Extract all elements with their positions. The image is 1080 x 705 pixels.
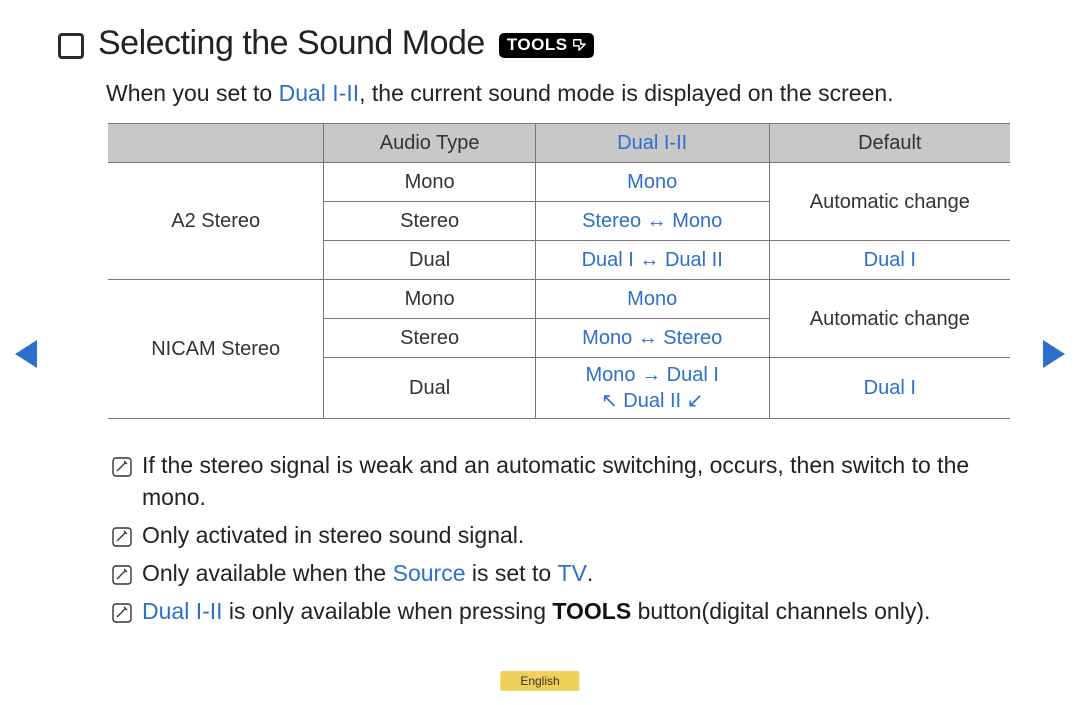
a2-dual-audio: Dual bbox=[324, 241, 535, 280]
note-1: If the stereo signal is weak and an auto… bbox=[112, 449, 1012, 513]
nicam-stereo-audio: Stereo bbox=[324, 319, 535, 358]
note-3: Only available when the Source is set to… bbox=[112, 557, 1012, 589]
th-default: Default bbox=[769, 124, 1010, 163]
a2-mono-dual: Mono bbox=[535, 163, 769, 202]
note-1-text: If the stereo signal is weak and an auto… bbox=[142, 449, 1012, 513]
note-4-text: Dual I-II is only available when pressin… bbox=[142, 595, 1012, 627]
nicam-dual-dual-line1: Mono → Dual I bbox=[544, 362, 761, 388]
note-icon bbox=[112, 523, 132, 543]
note-icon bbox=[112, 453, 132, 473]
intro-post: , the current sound mode is displayed on… bbox=[359, 80, 893, 106]
nicam-mono-audio: Mono bbox=[324, 280, 535, 319]
nicam-dual-default: Dual I bbox=[769, 358, 1010, 419]
group-a2-label: A2 Stereo bbox=[108, 163, 324, 280]
nicam-dual-dual: Mono → Dual I ↖ Dual II ↙ bbox=[535, 358, 769, 419]
note-icon bbox=[112, 561, 132, 581]
nicam-mono-dual: Mono bbox=[535, 280, 769, 319]
intro-paragraph: When you set to Dual I-II, the current s… bbox=[106, 77, 1022, 109]
note-3-text: Only available when the Source is set to… bbox=[142, 557, 1012, 589]
section-bullet-icon bbox=[58, 33, 84, 59]
page-heading: Selecting the Sound Mode TOOLS bbox=[58, 24, 1022, 63]
notes-section: If the stereo signal is weak and an auto… bbox=[112, 449, 1012, 627]
tools-badge: TOOLS bbox=[499, 33, 594, 58]
a2-stereo-dual: Stereo ↔ Mono bbox=[535, 202, 769, 241]
nicam-dual-audio: Dual bbox=[324, 358, 535, 419]
prev-page-button[interactable] bbox=[15, 340, 37, 368]
tools-badge-text: TOOLS bbox=[507, 35, 568, 55]
group-nicam-label: NICAM Stereo bbox=[108, 280, 324, 419]
note-4: Dual I-II is only available when pressin… bbox=[112, 595, 1012, 627]
language-badge: English bbox=[500, 671, 579, 691]
nicam-stereo-dual: Mono ↔ Stereo bbox=[535, 319, 769, 358]
tools-arrow-icon bbox=[572, 38, 586, 52]
a2-default-auto: Automatic change bbox=[769, 163, 1010, 241]
note-2: Only activated in stereo sound signal. bbox=[112, 519, 1012, 551]
sound-mode-table: Audio Type Dual I-II Default A2 Stereo M… bbox=[108, 123, 1010, 419]
th-dual: Dual I-II bbox=[535, 124, 769, 163]
a2-dual-dual: Dual I ↔ Dual II bbox=[535, 241, 769, 280]
a2-mono-audio: Mono bbox=[324, 163, 535, 202]
nicam-dual-dual-line2: ↖ Dual II ↙ bbox=[544, 388, 761, 414]
a2-stereo-audio: Stereo bbox=[324, 202, 535, 241]
next-page-button[interactable] bbox=[1043, 340, 1065, 368]
th-blank bbox=[108, 124, 324, 163]
note-2-text: Only activated in stereo sound signal. bbox=[142, 519, 1012, 551]
intro-term: Dual I-II bbox=[279, 80, 360, 106]
nicam-default-auto: Automatic change bbox=[769, 280, 1010, 358]
intro-pre: When you set to bbox=[106, 80, 279, 106]
note-icon bbox=[112, 599, 132, 619]
th-audio-type: Audio Type bbox=[324, 124, 535, 163]
a2-dual-default: Dual I bbox=[769, 241, 1010, 280]
page-title: Selecting the Sound Mode bbox=[98, 24, 485, 63]
